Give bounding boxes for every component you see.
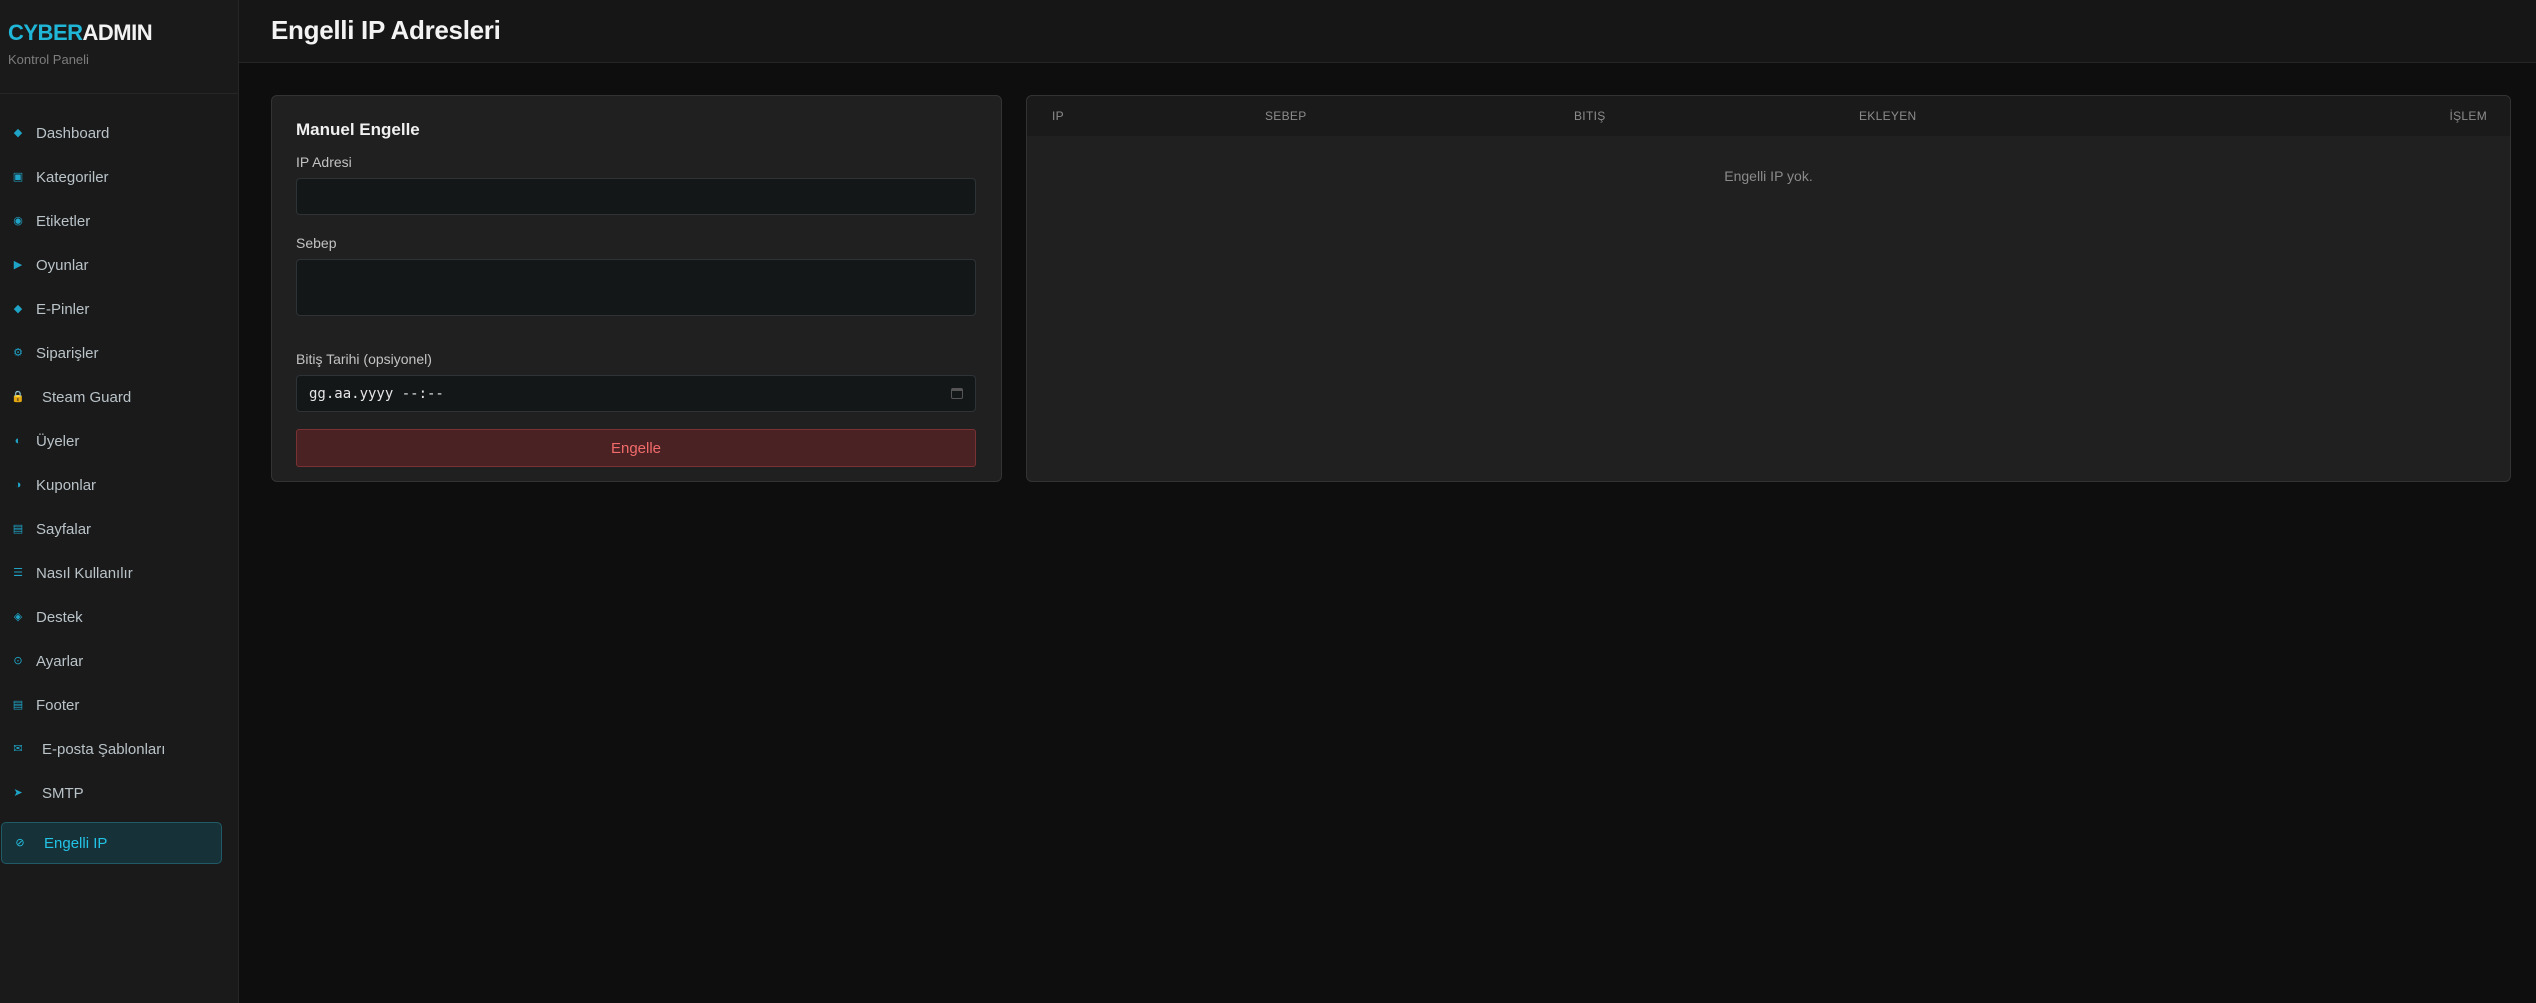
column-header-end[interactable]: BITIŞ xyxy=(1574,109,1606,123)
sidebar-item-engelli-ip[interactable]: ⊘ Engelli IP xyxy=(1,822,222,864)
form-title: Manuel Engelle xyxy=(296,120,420,139)
tag-icon: ◉ xyxy=(13,214,23,227)
diamond-icon: ◆ xyxy=(13,126,23,139)
users-icon: ◐ xyxy=(14,434,22,447)
sidebar-item-uyeler[interactable]: ◐ Üyeler xyxy=(0,420,238,462)
sidebar-item-etiketler[interactable]: ◉ Etiketler xyxy=(0,200,238,242)
end-date-input[interactable]: gg.aa.yyyy --:-- xyxy=(296,375,976,412)
sidebar-item-label: Kuponlar xyxy=(36,476,97,494)
coupon-icon: ◑ xyxy=(14,478,22,491)
sidebar-nav: ◆ Dashboard ▣ Kategoriler ◉ Etiketler ▶ … xyxy=(0,94,238,864)
sidebar-item-label: E-posta Şablonları xyxy=(42,740,166,758)
page-title: Engelli IP Adresleri xyxy=(271,15,501,45)
sidebar-item-smtp[interactable]: ➤ SMTP xyxy=(0,772,238,814)
brand-logo[interactable]: CYBERADMIN xyxy=(8,20,238,46)
sidebar-item-label: Destek xyxy=(36,608,83,626)
content: Manuel Engelle IP Adresi Sebep Bitiş Tar… xyxy=(239,63,2536,482)
blocked-ip-table: IP SEBEP BITIŞ EKLEYEN İŞLEM Engelli IP … xyxy=(1026,95,2511,482)
diamond-icon: ◆ xyxy=(13,302,23,315)
end-date-placeholder: gg.aa.yyyy --:-- xyxy=(309,385,444,402)
lock-icon: 🔒 xyxy=(11,390,25,403)
sidebar-item-kategoriler[interactable]: ▣ Kategoriler xyxy=(0,156,238,198)
empty-state: Engelli IP yok. xyxy=(1724,168,1813,184)
end-date-label: Bitiş Tarihi (opsiyonel) xyxy=(296,351,432,367)
table-header: IP SEBEP BITIŞ EKLEYEN İŞLEM xyxy=(1027,96,2510,136)
sidebar-item-label: Footer xyxy=(36,696,80,714)
ip-label: IP Adresi xyxy=(296,154,352,170)
main-area: Engelli IP Adresleri Manuel Engelle IP A… xyxy=(239,0,2536,1003)
mail-icon: ✉ xyxy=(13,742,23,755)
sidebar-item-label: Nasıl Kullanılır xyxy=(36,564,133,582)
sidebar-item-label: Etiketler xyxy=(36,212,91,230)
reason-label: Sebep xyxy=(296,235,337,251)
sidebar-item-sayfalar[interactable]: ▤ Sayfalar xyxy=(0,508,238,550)
block-button[interactable]: Engelle xyxy=(296,429,976,467)
sidebar-item-oyunlar[interactable]: ▶ Oyunlar xyxy=(0,244,238,286)
folder-icon: ▣ xyxy=(12,170,24,183)
sidebar-item-footer[interactable]: ▤ Footer xyxy=(0,684,238,726)
sidebar-item-nasil-kullanilir[interactable]: ☰ Nasıl Kullanılır xyxy=(0,552,238,594)
topbar: Engelli IP Adresleri xyxy=(239,0,2536,63)
reason-textarea[interactable] xyxy=(296,259,976,316)
app-root: CYBERADMIN Kontrol Paneli ◆ Dashboard ▣ … xyxy=(0,0,2536,1003)
sidebar-item-label: Steam Guard xyxy=(42,388,132,406)
play-icon: ▶ xyxy=(13,258,23,271)
sidebar-item-ayarlar[interactable]: ⊙ Ayarlar xyxy=(0,640,238,682)
sidebar-item-label: Engelli IP xyxy=(44,834,108,852)
send-icon: ➤ xyxy=(13,786,23,799)
calendar-icon[interactable] xyxy=(951,388,963,399)
sidebar-item-label: SMTP xyxy=(42,784,84,802)
brand: CYBERADMIN Kontrol Paneli xyxy=(0,0,238,94)
sidebar-item-eposta-sablonlari[interactable]: ✉ E-posta Şablonları xyxy=(0,728,238,770)
sidebar-item-steam-guard[interactable]: 🔒 Steam Guard xyxy=(0,376,238,418)
column-header-added-by[interactable]: EKLEYEN xyxy=(1859,109,1916,123)
sidebar-item-label: Sayfalar xyxy=(36,520,92,538)
sidebar: CYBERADMIN Kontrol Paneli ◆ Dashboard ▣ … xyxy=(0,0,239,1003)
brand-subtitle: Kontrol Paneli xyxy=(8,52,89,67)
sidebar-item-label: Kategoriler xyxy=(36,168,109,186)
sidebar-item-dashboard[interactable]: ◆ Dashboard xyxy=(0,112,238,154)
column-header-ip[interactable]: IP xyxy=(1052,109,1064,123)
sidebar-item-label: Dashboard xyxy=(36,124,110,142)
column-header-action[interactable]: İŞLEM xyxy=(2449,109,2487,123)
sidebar-item-label: E-Pinler xyxy=(36,300,90,318)
footer-icon: ▤ xyxy=(12,698,24,711)
sidebar-item-label: Siparişler xyxy=(36,344,99,362)
brand-logo-part1: CYBER xyxy=(8,20,83,45)
brand-logo-part2: ADMIN xyxy=(82,20,153,45)
sidebar-item-e-pinler[interactable]: ◆ E-Pinler xyxy=(0,288,238,330)
sidebar-item-label: Oyunlar xyxy=(36,256,89,274)
sidebar-item-siparisler[interactable]: ⚙ Siparişler xyxy=(0,332,238,374)
sidebar-item-kuponlar[interactable]: ◑ Kuponlar xyxy=(0,464,238,506)
sidebar-item-label: Üyeler xyxy=(36,432,80,450)
gear-icon: ⚙ xyxy=(13,346,23,359)
ip-input[interactable] xyxy=(296,178,976,215)
list-icon: ☰ xyxy=(13,566,23,579)
block-icon: ⊘ xyxy=(15,836,25,849)
manual-block-form: Manuel Engelle IP Adresi Sebep Bitiş Tar… xyxy=(271,95,1002,482)
column-header-reason[interactable]: SEBEP xyxy=(1265,109,1307,123)
settings-icon: ⊙ xyxy=(13,654,23,667)
sidebar-item-destek[interactable]: ◈ Destek xyxy=(0,596,238,638)
sidebar-item-label: Ayarlar xyxy=(36,652,84,670)
support-icon: ◈ xyxy=(13,610,23,623)
pages-icon: ▤ xyxy=(12,522,24,535)
